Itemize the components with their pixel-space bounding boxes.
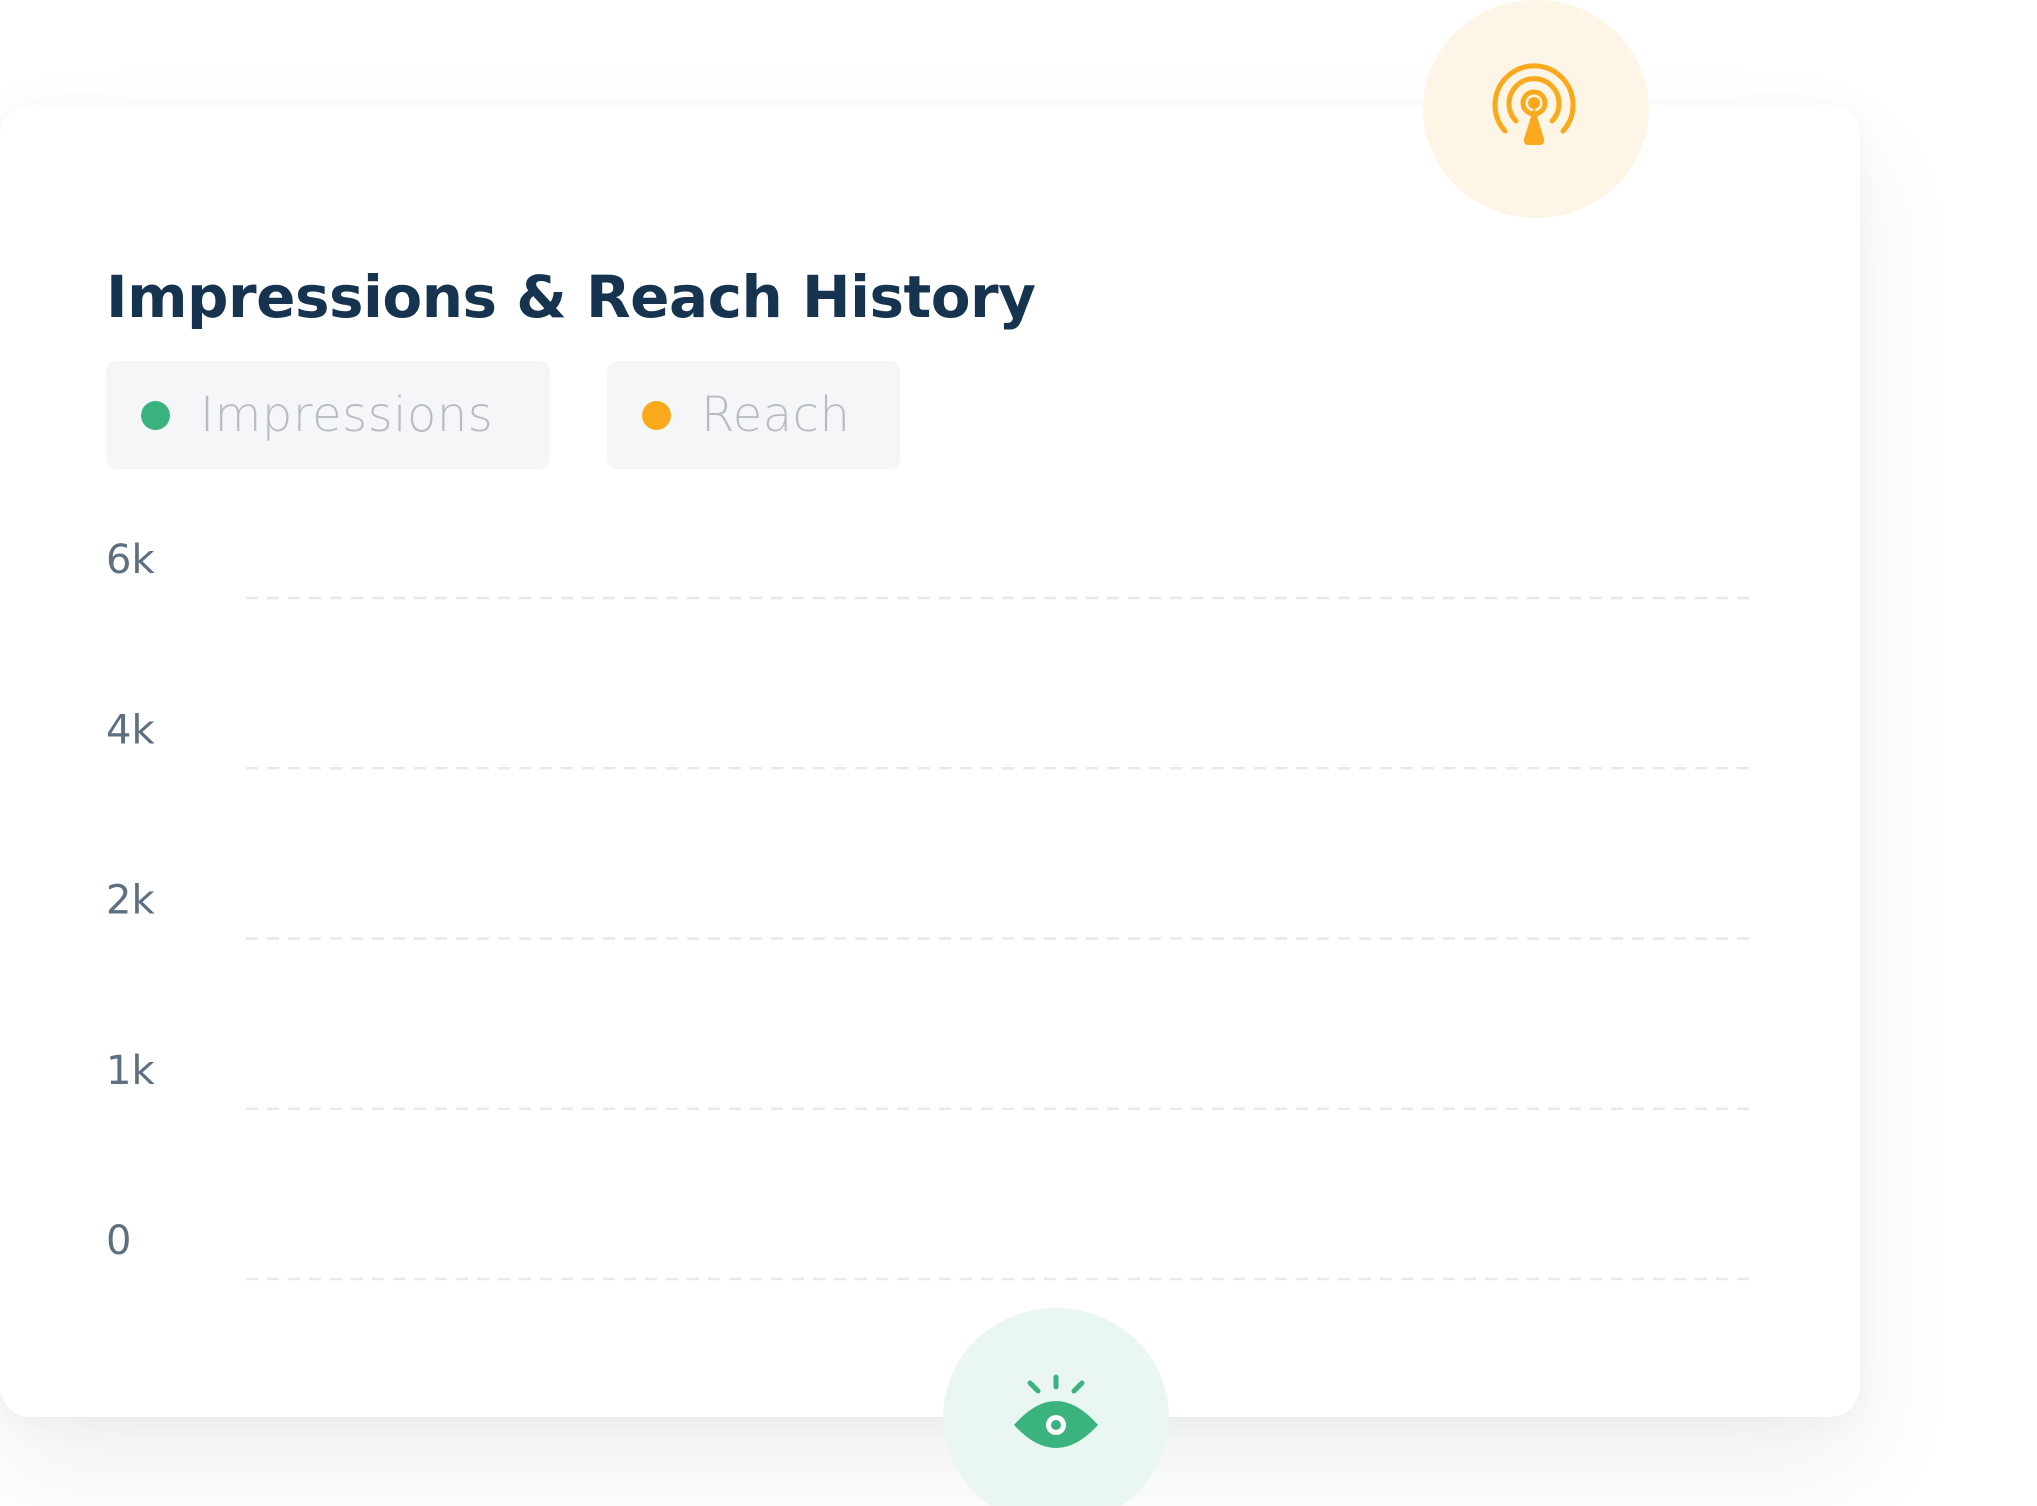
broadcast-tower-icon xyxy=(1492,63,1576,145)
y-axis-ticks: 0 1k 2k 4k 6k xyxy=(106,537,155,1264)
y-tick-label: 1k xyxy=(106,1048,155,1094)
eye-icon xyxy=(1014,1374,1098,1448)
reach-badge xyxy=(1423,0,1649,218)
y-tick-label: 2k xyxy=(106,878,155,924)
stage: Impressions & Reach History Impressions … xyxy=(0,0,2037,1506)
y-tick-label: 6k xyxy=(106,537,155,583)
gridlines xyxy=(246,596,1752,1281)
y-tick-label: 0 xyxy=(106,1218,131,1264)
chart-plot-area: 0 1k 2k 4k 6k xyxy=(106,537,1752,1281)
y-tick-label: 4k xyxy=(106,707,155,753)
